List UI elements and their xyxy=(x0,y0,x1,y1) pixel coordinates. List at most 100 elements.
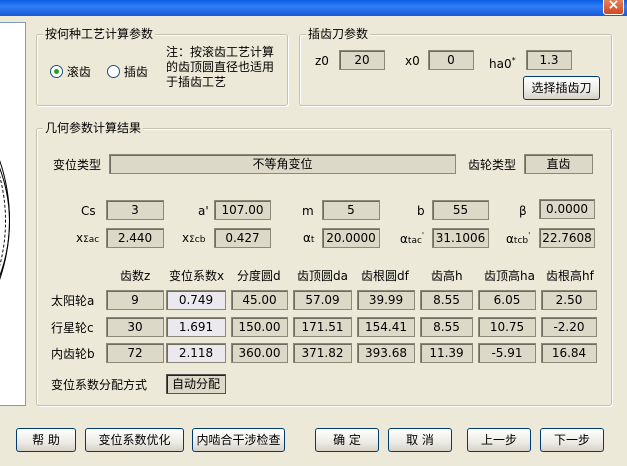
table-cell[interactable]: 0.749 xyxy=(166,290,226,310)
x-sum-cb-field[interactable]: 0.427 xyxy=(214,228,271,248)
x0-label: x0 xyxy=(405,54,420,68)
table-cell[interactable]: 57.09 xyxy=(293,290,352,310)
helix-angle-field[interactable]: 0.0000 xyxy=(539,199,595,219)
prev-step-button[interactable]: 上一步 xyxy=(467,428,531,452)
table-header: 分度圆d xyxy=(237,269,281,283)
table-cell[interactable]: 11.39 xyxy=(420,343,473,363)
x-sum-ac-field[interactable]: 2.440 xyxy=(106,228,164,248)
select-cutter-button[interactable]: 选择插齿刀 xyxy=(523,76,600,100)
table-cell[interactable]: 2.118 xyxy=(166,343,226,363)
table-cell[interactable]: 1.691 xyxy=(166,317,226,337)
radio-shaping-label: 插齿 xyxy=(123,65,148,79)
center-distance-field[interactable]: 107.00 xyxy=(214,200,271,220)
ha0-label: ha0* xyxy=(489,53,516,72)
table-cell[interactable]: -5.91 xyxy=(478,343,536,363)
shift-optimize-button[interactable]: 变位系数优化 xyxy=(85,428,184,452)
table-header: 齿根圆df xyxy=(361,269,409,283)
cutter-legend: 插齿刀参数 xyxy=(306,27,371,41)
table-cell[interactable]: 393.68 xyxy=(357,343,415,363)
radio-hobbing[interactable]: 滚齿 xyxy=(50,64,91,80)
interference-check-button[interactable]: 内啮合干涉检查 xyxy=(192,428,285,452)
helix-angle-label: β xyxy=(519,204,527,218)
alpha-tcb-label-sup: ' xyxy=(528,231,531,240)
table-header: 齿数z xyxy=(120,269,151,283)
alpha-t-label-main: α xyxy=(303,231,311,245)
shift-distribution-field[interactable]: 自动分配 xyxy=(166,374,226,394)
x-sum-ac-label-sub: Σac xyxy=(83,235,100,245)
note-line-1: 注：按滚齿工艺计算 xyxy=(166,45,275,59)
ok-button[interactable]: 确 定 xyxy=(315,428,379,452)
next-step-button[interactable]: 下一步 xyxy=(540,428,604,452)
table-cell[interactable]: 16.84 xyxy=(541,343,597,363)
face-width-field[interactable]: 55 xyxy=(432,200,489,220)
alpha-tcb-field[interactable]: 22.7608 xyxy=(539,228,595,248)
table-cell[interactable]: 154.41 xyxy=(357,317,415,337)
module-label: m xyxy=(302,204,314,218)
geometry-legend: 几何参数计算结果 xyxy=(43,121,144,135)
alpha-tac-field[interactable]: 31.1006 xyxy=(432,228,489,248)
alpha-tac-label: αtac' xyxy=(400,228,424,249)
alpha-tcb-label: αtcb' xyxy=(506,228,530,249)
table-cell[interactable]: 2.50 xyxy=(541,290,597,310)
table-cell[interactable]: 6.05 xyxy=(478,290,536,310)
alpha-tac-label-sub: tac xyxy=(407,236,422,246)
alpha-tac-label-sup: ' xyxy=(421,231,425,240)
z0-field[interactable]: 20 xyxy=(339,50,385,70)
table-header: 齿顶圆da xyxy=(297,269,348,283)
radio-hobbing-label: 滚齿 xyxy=(66,65,91,79)
cancel-button[interactable]: 取 消 xyxy=(388,428,452,452)
note-line-2: 的齿顶圆直径也适用 xyxy=(166,60,275,74)
x-sum-ac-label: xΣac xyxy=(76,230,99,248)
table-cell[interactable]: 30 xyxy=(106,317,164,337)
table-cell[interactable]: 45.00 xyxy=(231,290,288,310)
radio-shaping-dot[interactable] xyxy=(107,65,120,78)
table-row-label: 行星轮c xyxy=(51,321,94,335)
ha0-label-sup: * xyxy=(511,56,516,65)
table-cell[interactable]: 150.00 xyxy=(231,317,288,337)
ha0-label-text: ha0 xyxy=(489,57,512,71)
module-field[interactable]: 5 xyxy=(322,200,380,220)
table-cell[interactable]: 171.51 xyxy=(293,317,352,337)
gear-type-label: 齿轮类型 xyxy=(468,158,517,172)
help-button[interactable]: 帮 助 xyxy=(16,428,76,452)
alpha-tcb-label-main: α xyxy=(506,232,514,246)
table-cell[interactable]: 371.82 xyxy=(293,343,352,363)
gear-type-field[interactable]: 直齿 xyxy=(524,154,593,174)
shift-type-field[interactable]: 不等角变位 xyxy=(109,154,456,174)
face-width-label: b xyxy=(417,204,425,218)
process-note: 注：按滚齿工艺计算 的齿顶圆直径也适用 于插齿工艺 xyxy=(166,45,274,90)
table-row-label: 内齿轮b xyxy=(51,347,95,361)
ha0-field[interactable]: 1.3 xyxy=(526,50,572,70)
gear-drawing-pane xyxy=(0,22,26,406)
table-cell[interactable]: 72 xyxy=(106,343,164,363)
center-distance-label: a' xyxy=(198,204,209,218)
alpha-tcb-label-sub: tcb xyxy=(513,236,529,246)
table-header: 齿顶高ha xyxy=(484,269,535,283)
table-cell[interactable]: 10.75 xyxy=(478,317,536,337)
gear-inner-circle xyxy=(0,57,10,387)
cs-field[interactable]: 3 xyxy=(106,200,164,220)
radio-shaping[interactable]: 插齿 xyxy=(107,64,148,80)
table-cell[interactable]: -2.20 xyxy=(541,317,597,337)
table-cell[interactable]: 39.99 xyxy=(357,290,415,310)
table-header: 齿高h xyxy=(431,269,463,283)
note-line-3: 于插齿工艺 xyxy=(166,75,227,89)
table-cell[interactable]: 8.55 xyxy=(420,290,473,310)
table-cell[interactable]: 9 xyxy=(106,290,164,310)
close-button[interactable]: × xyxy=(603,0,624,15)
cs-label: Cs xyxy=(81,204,96,218)
radio-hobbing-dot[interactable] xyxy=(50,65,63,78)
x0-field[interactable]: 0 xyxy=(428,50,474,70)
table-cell[interactable]: 360.00 xyxy=(231,343,288,363)
process-legend: 按何种工艺计算参数 xyxy=(43,27,156,41)
close-icon: × xyxy=(607,0,620,13)
x-sum-cb-label: xΣcb xyxy=(182,230,205,248)
alpha-t-label-sub: t xyxy=(310,235,315,245)
table-header: 变位系数x xyxy=(169,269,225,283)
title-bar xyxy=(0,0,627,16)
table-cell[interactable]: 8.55 xyxy=(420,317,473,337)
alpha-t-label: αt xyxy=(303,230,314,248)
alpha-t-field[interactable]: 20.0000 xyxy=(322,228,380,248)
z0-label: z0 xyxy=(315,54,329,68)
table-header: 齿根高hf xyxy=(546,269,594,283)
